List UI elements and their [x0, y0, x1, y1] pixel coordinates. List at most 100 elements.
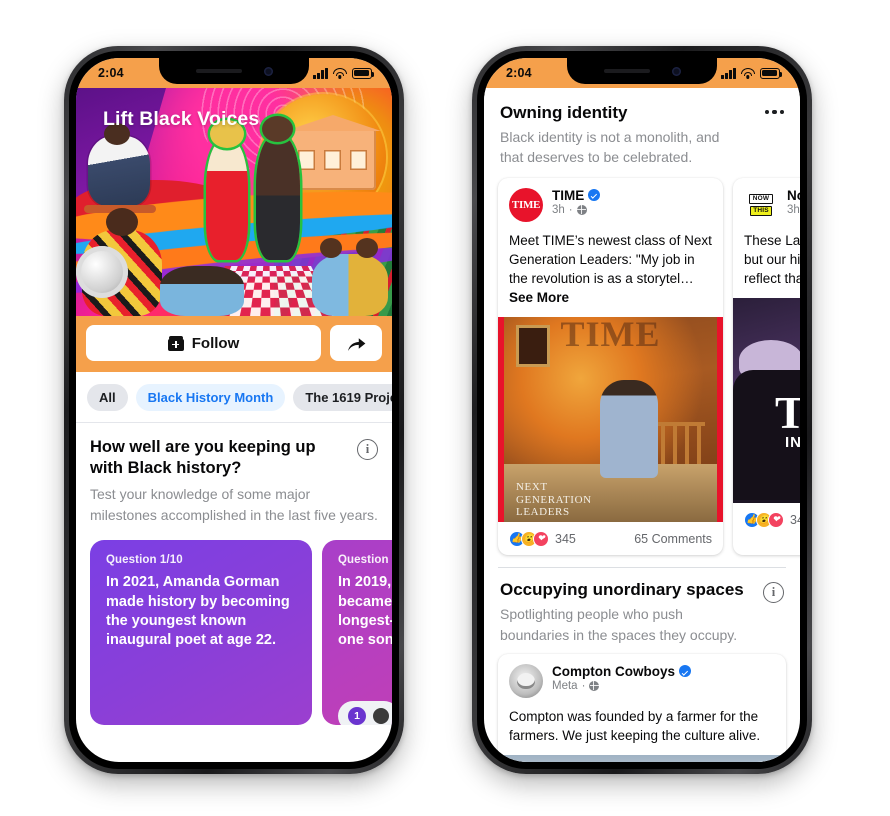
cover-wall-frame — [516, 325, 550, 368]
quiz-title: How well are you keeping up with Black h… — [90, 438, 316, 477]
phone-bezel-left: 2:04 Lift Black Voices Follow All Black … — [69, 51, 399, 769]
verified-badge-icon — [679, 665, 691, 678]
info-circle-icon[interactable]: i — [763, 582, 784, 604]
status-indicators — [721, 67, 783, 79]
wifi-icon — [333, 68, 347, 79]
post-header: Compton Cowboys Meta · — [498, 654, 786, 698]
post-source: Meta — [552, 679, 578, 692]
reaction-icons: 👍 😮 ❤ — [744, 511, 784, 528]
post-card-compton-cowboys[interactable]: Compton Cowboys Meta · Compton was found… — [498, 653, 786, 762]
section-title: Owning identity — [500, 103, 628, 122]
quiz-card-text: In 2019, t became longest-r one song — [338, 574, 392, 649]
post-card-nowthis[interactable]: NOW THIS No 3h These Lat but our his ref… — [733, 177, 800, 556]
action-bar: Follow — [76, 316, 392, 372]
follow-button-label: Follow — [191, 334, 240, 352]
hero-title: Lift Black Voices — [103, 108, 260, 130]
post-image[interactable]: TIME NEXT GENERATION LEADERS — [498, 317, 723, 523]
post-header: NOW THIS No 3h — [733, 178, 800, 222]
hero-banner-image: Lift Black Voices — [76, 88, 392, 316]
quiz-card-carousel[interactable]: Question 1/10 In 2021, Amanda Gorman mad… — [76, 526, 392, 726]
quiz-answer-number: 1 — [348, 707, 366, 726]
quiz-header: How well are you keeping up with Black h… — [76, 423, 392, 527]
globe-icon — [576, 204, 587, 215]
cover-portrait-subject — [600, 380, 658, 479]
post-timestamp: 3h — [552, 203, 565, 216]
reactions-summary[interactable]: 👍 😮 ❤ 345 — [509, 530, 576, 547]
time-cover-caption: NEXT GENERATION LEADERS — [516, 481, 592, 518]
thumbnail-title: Th — [775, 387, 800, 439]
section-title: Occupying unordinary spaces — [500, 580, 744, 600]
category-chip-row: All Black History Month The 1619 Project — [76, 372, 392, 423]
verified-badge-icon — [588, 189, 601, 202]
love-icon: ❤ — [768, 511, 784, 528]
quiz-answer-icon — [373, 708, 389, 725]
notch — [567, 58, 717, 84]
globe-icon — [589, 680, 600, 691]
phone-screen-right: 2:04 Owning identity Black identity is n… — [484, 58, 800, 762]
time-magazine-cover: TIME NEXT GENERATION LEADERS — [498, 317, 723, 523]
reaction-icons: 👍 😮 ❤ — [509, 530, 549, 547]
hero-person-pair — [312, 238, 388, 316]
post-meta: 3h · — [552, 204, 600, 216]
chip-label: All — [99, 390, 116, 405]
post-image[interactable] — [498, 755, 786, 762]
post-footer: 👍 😮 ❤ 345 65 Comments — [498, 522, 723, 555]
chip-the-1619-project[interactable]: The 1619 Project — [293, 384, 392, 411]
quiz-answer-pill[interactable]: 1 — [338, 701, 392, 726]
section-header-owning-identity: Owning identity Black identity is not a … — [484, 88, 800, 178]
nowthis-video-thumbnail: Th IN — [733, 298, 800, 504]
post-meta: Meta · — [552, 680, 691, 692]
quiz-card[interactable]: Question 1/10 In 2021, Amanda Gorman mad… — [90, 540, 312, 726]
post-author-name[interactable]: Compton Cowboys — [552, 664, 675, 679]
post-card-time[interactable]: TIME TIME 3h · Meet TIME’s newest class … — [498, 177, 723, 556]
front-camera-icon — [671, 66, 681, 76]
phone-screen-left: 2:04 Lift Black Voices Follow All Black … — [76, 58, 392, 762]
avatar[interactable] — [509, 663, 543, 698]
hero-person-photographer — [76, 208, 162, 316]
info-circle-icon[interactable]: i — [357, 439, 378, 460]
post-header: TIME TIME 3h · — [498, 178, 723, 222]
avatar[interactable]: TIME — [509, 187, 543, 222]
phone-mockup-left: 2:04 Lift Black Voices Follow All Black … — [64, 46, 404, 774]
section-subtitle: Black identity is not a monolith, and th… — [500, 129, 720, 166]
hero-person-skateboarder — [84, 123, 156, 213]
status-indicators — [313, 67, 375, 79]
post-author-name[interactable]: No — [787, 188, 800, 203]
chip-label: Black History Month — [147, 390, 274, 405]
quiz-card-counter: Question 2/ — [338, 554, 392, 567]
follow-button[interactable]: Follow — [86, 325, 321, 361]
quiz-card[interactable]: Question 2/ In 2019, t became longest-r … — [322, 540, 392, 726]
quiz-card-text: In 2021, Amanda Gorman made history by b… — [106, 574, 290, 649]
screenshot-stage: 2:04 Lift Black Voices Follow All Black … — [0, 0, 890, 816]
avatar[interactable]: NOW THIS — [744, 187, 778, 222]
see-more-link[interactable]: See More — [509, 290, 569, 305]
reactions-summary[interactable]: 👍😮❤ 34 — [744, 511, 800, 528]
avatar-label: TIME — [511, 198, 541, 211]
post-image[interactable]: Th IN — [733, 298, 800, 504]
post-body: Compton was founded by a farmer for the … — [509, 708, 761, 743]
share-button[interactable] — [330, 325, 382, 361]
chip-all[interactable]: All — [87, 384, 128, 411]
hero-shape-house — [290, 128, 376, 190]
more-options-icon[interactable] — [765, 110, 784, 115]
post-carousel[interactable]: TIME TIME 3h · Meet TIME’s newest class … — [484, 177, 800, 556]
post-author-name[interactable]: TIME — [552, 188, 584, 203]
post-body-text: Meet TIME’s newest class of Next Generat… — [509, 232, 712, 286]
reaction-count: 34 — [790, 512, 800, 527]
reaction-count: 345 — [555, 531, 576, 546]
status-time: 2:04 — [506, 66, 532, 80]
notch — [159, 58, 309, 84]
add-to-feed-icon — [167, 335, 184, 351]
comments-count[interactable]: 65 Comments — [634, 532, 712, 546]
hero-person-group — [160, 266, 244, 316]
chip-label: The 1619 Project — [305, 390, 392, 405]
phone-mockup-right: 2:04 Owning identity Black identity is n… — [472, 46, 812, 774]
thumbnail-subtitle: IN — [785, 434, 800, 452]
avatar-label-top: NOW — [749, 193, 773, 204]
post-body: Meet TIME’s newest class of Next Generat… — [498, 222, 723, 318]
chip-black-history-month[interactable]: Black History Month — [135, 384, 286, 411]
love-icon: ❤ — [533, 530, 549, 547]
quiz-card-counter: Question 1/10 — [106, 554, 183, 567]
cellular-bars-icon — [721, 67, 736, 79]
phone-bezel-right: 2:04 Owning identity Black identity is n… — [477, 51, 807, 769]
